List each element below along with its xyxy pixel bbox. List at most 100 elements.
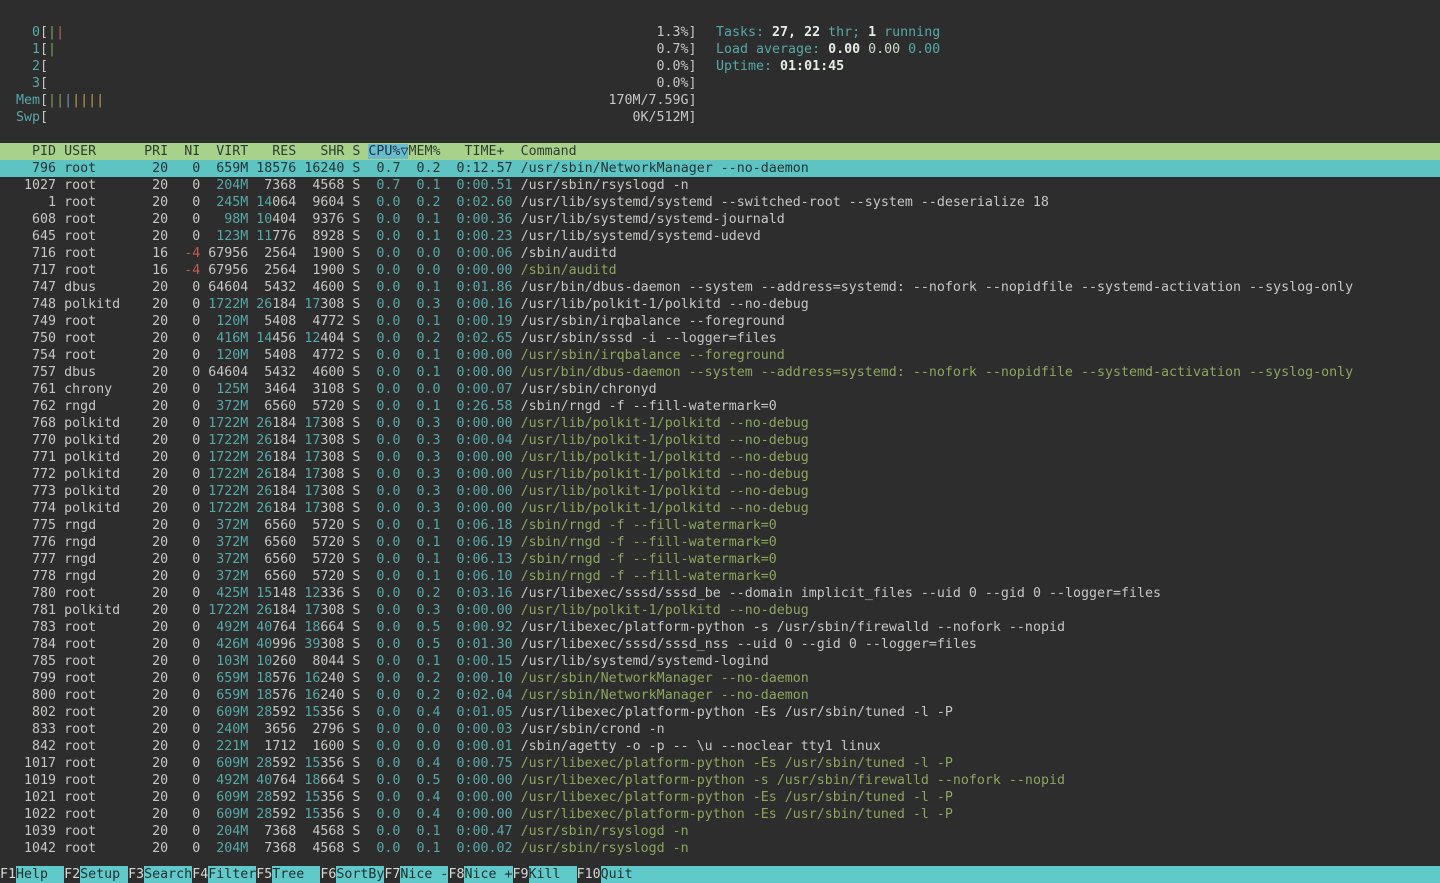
fkey-filter[interactable]: F4Filter [192,866,256,883]
process-row-802[interactable]: 802 root 20 0 609M 28592 15356 S 0.0 0.4… [0,704,1440,721]
process-row-777[interactable]: 777 rngd 20 0 372M 6560 5720 S 0.0 0.1 0… [0,551,1440,568]
cell-ni: 0 [176,569,200,584]
process-row-796[interactable]: 796 root 20 0 659M 18576 16240 S 0.7 0.2… [0,160,1440,177]
fkey-setup[interactable]: F2Setup [64,866,128,883]
cell-user: root [64,654,136,669]
process-row-768[interactable]: 768 polkitd 20 0 1722M 26184 17308 S 0.0… [0,415,1440,432]
process-row-762[interactable]: 762 rngd 20 0 372M 6560 5720 S 0.0 0.1 0… [0,398,1440,415]
gap [56,773,64,788]
process-row-775[interactable]: 775 rngd 20 0 372M 6560 5720 S 0.0 0.1 0… [0,517,1440,534]
cell-shr: 17 [304,484,320,499]
cell-mem-pct: 0.2 [408,161,440,176]
process-row-774[interactable]: 774 polkitd 20 0 1722M 26184 17308 S 0.0… [0,500,1440,517]
fkey-kill[interactable]: F9Kill [513,866,577,883]
process-row-1019[interactable]: 1019 root 20 0 492M 40764 18664 S 0.0 0.… [0,772,1440,789]
cell-ni: 0 [176,637,200,652]
column-header-timeplus[interactable]: TIME+ [449,144,513,159]
fkey-help[interactable]: F1Help [0,866,64,883]
gap [513,246,521,261]
process-row-757[interactable]: 757 dbus 20 0 64604 5432 4600 S 0.0 0.1 … [0,364,1440,381]
process-row-778[interactable]: 778 rngd 20 0 372M 6560 5720 S 0.0 0.1 0… [0,568,1440,585]
cell-mem-pct: 0.1 [408,212,440,227]
process-row-1042[interactable]: 1042 root 20 0 204M 7368 4568 S 0.0 0.1 … [0,840,1440,857]
cell-ni: 0 [176,331,200,346]
process-row-781[interactable]: 781 polkitd 20 0 1722M 26184 17308 S 0.0… [0,602,1440,619]
process-row-608[interactable]: 608 root 20 0 98M 10404 9376 S 0.0 0.1 0… [0,211,1440,228]
gap [136,535,144,550]
process-row-799[interactable]: 799 root 20 0 659M 18576 16240 S 0.0 0.2… [0,670,1440,687]
cell-ni: 0 [176,348,200,363]
fkey-nice-minus[interactable]: F7Nice - [384,866,448,883]
process-row-1039[interactable]: 1039 root 20 0 204M 7368 4568 S 0.0 0.1 … [0,823,1440,840]
process-row-771[interactable]: 771 polkitd 20 0 1722M 26184 17308 S 0.0… [0,449,1440,466]
fkey-quit[interactable]: F10Quit [577,866,633,883]
column-header-user[interactable]: USER [64,144,136,159]
cell-shr: 39 [304,637,320,652]
gap [56,416,64,431]
cell-shr: 17 [304,450,320,465]
column-header-command[interactable]: Command [521,144,577,159]
cell-pri: 20 [144,416,168,431]
cell-shr: 5720 [304,552,344,567]
gap [168,314,176,329]
process-row-748[interactable]: 748 polkitd 20 0 1722M 26184 17308 S 0.0… [0,296,1440,313]
process-row-1[interactable]: 1 root 20 0 245M 14064 9604 S 0.0 0.2 0:… [0,194,1440,211]
process-row-1027[interactable]: 1027 root 20 0 204M 7368 4568 S 0.7 0.1 … [0,177,1440,194]
cell-user: root [64,841,136,856]
process-row-773[interactable]: 773 polkitd 20 0 1722M 26184 17308 S 0.0… [0,483,1440,500]
meter-close-bracket: ] [689,110,697,125]
column-header-virt[interactable]: VIRT [208,144,248,159]
cell-cpu-pct: 0.0 [368,195,400,210]
process-row-772[interactable]: 772 polkitd 20 0 1722M 26184 17308 S 0.0… [0,466,1440,483]
process-row-833[interactable]: 833 root 20 0 240M 3656 2796 S 0.0 0.0 0… [0,721,1440,738]
process-row-783[interactable]: 783 root 20 0 492M 40764 18664 S 0.0 0.5… [0,619,1440,636]
cell-time: 0:00.47 [449,824,513,839]
cell-mem-pct: 0.2 [408,671,440,686]
column-header-pri[interactable]: PRI [144,144,168,159]
column-header-res[interactable]: RES [256,144,296,159]
cell-cpu-pct: 0.0 [368,212,400,227]
cell-command: /usr/libexec/platform-python -Es /usr/sb… [521,807,953,822]
process-row-716[interactable]: 716 root 16 -4 67956 2564 1900 S 0.0 0.0… [0,245,1440,262]
gap [513,688,521,703]
gap [136,450,144,465]
process-row-784[interactable]: 784 root 20 0 426M 40996 39308 S 0.0 0.5… [0,636,1440,653]
process-row-747[interactable]: 747 dbus 20 0 64604 5432 4600 S 0.0 0.1 … [0,279,1440,296]
fkey-nice-plus[interactable]: F8Nice + [448,866,512,883]
process-row-780[interactable]: 780 root 20 0 425M 15148 12336 S 0.0 0.2… [0,585,1440,602]
cell-res: 15 [256,586,272,601]
column-header-shr[interactable]: SHR [304,144,344,159]
cell-user: root [64,637,136,652]
process-row-800[interactable]: 800 root 20 0 659M 18576 16240 S 0.0 0.2… [0,687,1440,704]
process-row-761[interactable]: 761 chrony 20 0 125M 3464 3108 S 0.0 0.0… [0,381,1440,398]
gap [168,280,176,295]
cell-user: polkitd [64,484,136,499]
process-row-645[interactable]: 645 root 20 0 123M 11776 8928 S 0.0 0.1 … [0,228,1440,245]
fkey-search[interactable]: F3Search [128,866,192,883]
process-row-770[interactable]: 770 polkitd 20 0 1722M 26184 17308 S 0.0… [0,432,1440,449]
column-gap [440,144,448,159]
cell-user: polkitd [64,433,136,448]
column-header-cpupct[interactable]: CPU% [368,144,400,159]
process-row-785[interactable]: 785 root 20 0 103M 10260 8044 S 0.0 0.1 … [0,653,1440,670]
fkey-sortby[interactable]: F6SortBy [320,866,384,883]
process-row-1017[interactable]: 1017 root 20 0 609M 28592 15356 S 0.0 0.… [0,755,1440,772]
cell-user: root [64,195,136,210]
cell-ni: 0 [176,552,200,567]
cell-pid: 785 [0,654,56,669]
cell-user: root [64,824,136,839]
process-row-842[interactable]: 842 root 20 0 221M 1712 1600 S 0.0 0.0 0… [0,738,1440,755]
fkey-tree[interactable]: F5Tree [256,866,320,883]
column-header-mempct[interactable]: MEM% [408,144,440,159]
process-row-1022[interactable]: 1022 root 20 0 609M 28592 15356 S 0.0 0.… [0,806,1440,823]
cell-shr: 1900 [304,246,344,261]
process-row-749[interactable]: 749 root 20 0 120M 5408 4772 S 0.0 0.1 0… [0,313,1440,330]
process-row-750[interactable]: 750 root 20 0 416M 14456 12404 S 0.0 0.2… [0,330,1440,347]
process-row-717[interactable]: 717 root 16 -4 67956 2564 1900 S 0.0 0.0… [0,262,1440,279]
column-header-pid[interactable]: PID [0,144,56,159]
cell-pid: 757 [0,365,56,380]
process-row-754[interactable]: 754 root 20 0 120M 5408 4772 S 0.0 0.1 0… [0,347,1440,364]
process-row-1021[interactable]: 1021 root 20 0 609M 28592 15356 S 0.0 0.… [0,789,1440,806]
column-header-ni[interactable]: NI [176,144,200,159]
process-row-776[interactable]: 776 rngd 20 0 372M 6560 5720 S 0.0 0.1 0… [0,534,1440,551]
